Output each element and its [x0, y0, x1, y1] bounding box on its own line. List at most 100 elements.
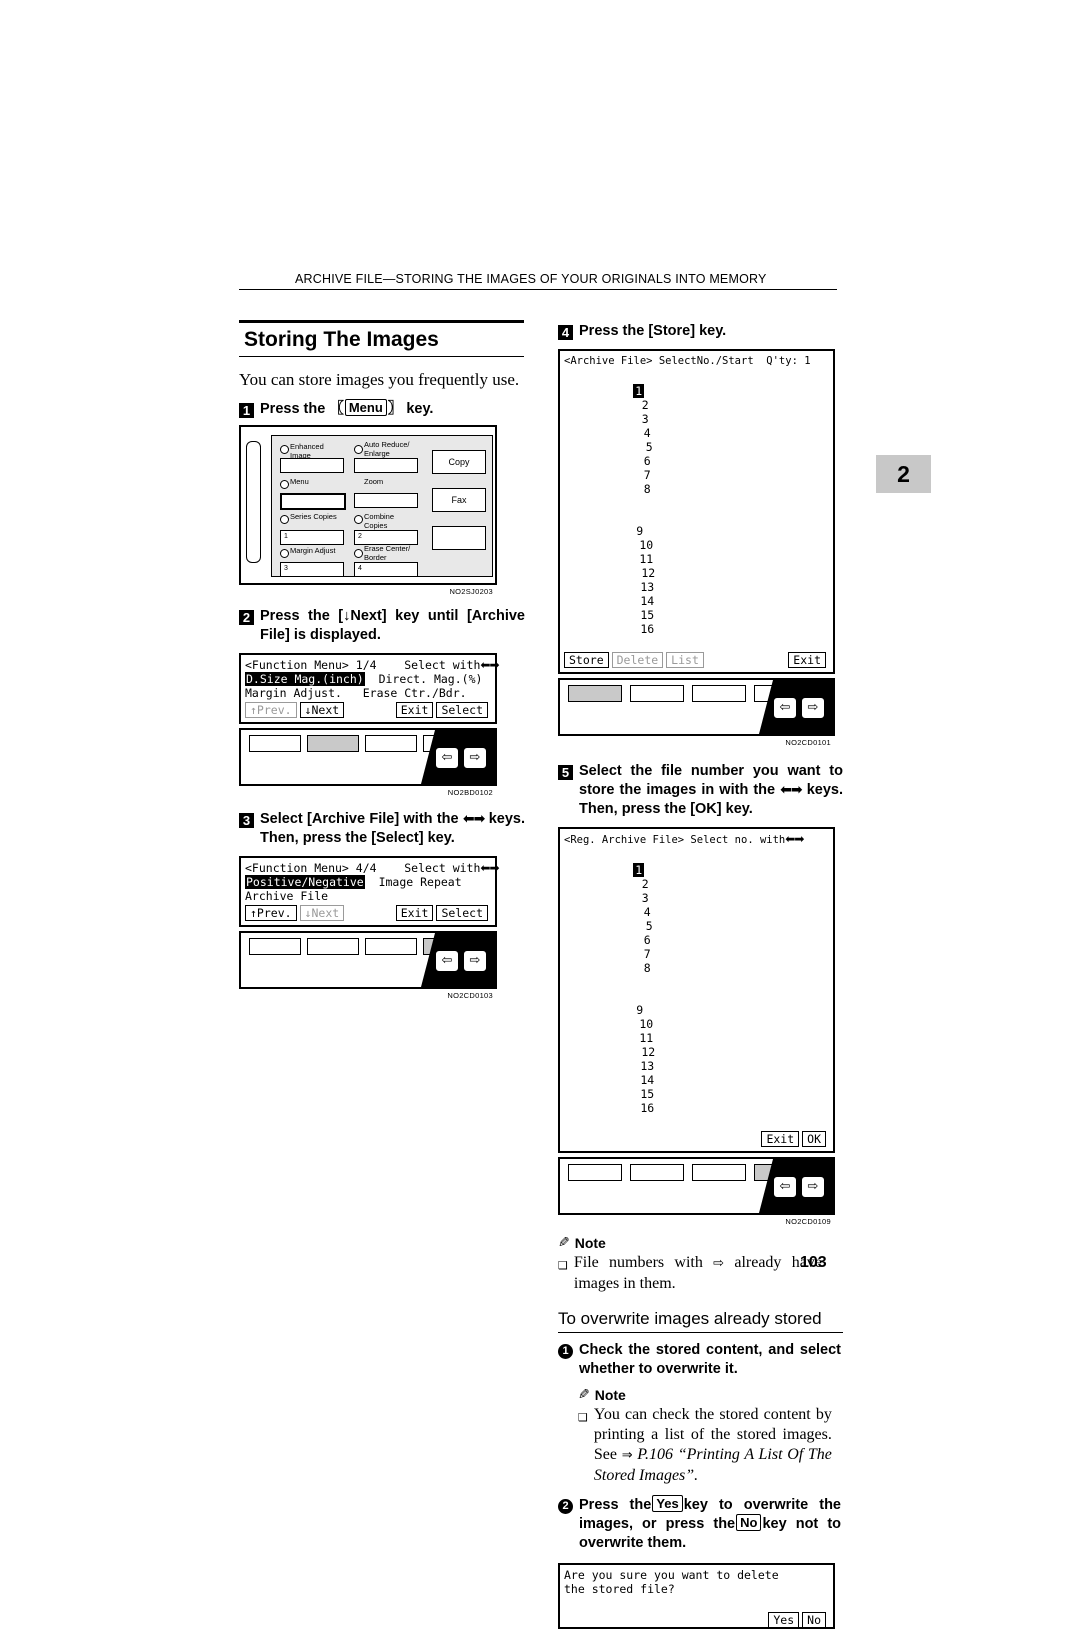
- reg-file-number-3[interactable]: 3: [633, 891, 657, 905]
- lcd-cell-positive-negative[interactable]: Positive/Negative: [245, 875, 365, 889]
- reg-file-number-15[interactable]: 15: [633, 1087, 661, 1101]
- lcd-cell-image-repeat[interactable]: Image Repeat: [379, 875, 462, 889]
- button-margin-adjust-number: 3: [284, 565, 288, 572]
- left-arrow-key-4[interactable]: ⇦: [773, 697, 797, 719]
- button-series-copies[interactable]: 1: [280, 530, 344, 545]
- file-number-1[interactable]: 1: [633, 384, 645, 398]
- lcd-cell-erase-ctr[interactable]: Erase Ctr./Bdr.: [363, 686, 467, 700]
- lcd-cell-dsize[interactable]: D.Size Mag.(inch): [245, 672, 365, 686]
- button-margin-adjust[interactable]: 3: [280, 562, 344, 577]
- document-page: ARCHIVE FILE—STORING THE IMAGES OF YOUR …: [0, 0, 1080, 1629]
- file-number-11[interactable]: 11: [633, 552, 659, 566]
- file-number-12[interactable]: 12: [633, 566, 663, 580]
- button-fax[interactable]: Fax: [432, 488, 486, 512]
- softkey-2-1[interactable]: [249, 735, 301, 752]
- file-number-3[interactable]: 3: [633, 412, 657, 426]
- reg-file-number-13[interactable]: 13: [633, 1059, 661, 1073]
- lcd-button-ok[interactable]: OK: [802, 1131, 826, 1147]
- step-5-number: 5: [558, 765, 573, 780]
- reg-file-number-7[interactable]: 7: [633, 947, 661, 961]
- file-number-2[interactable]: 2: [633, 398, 657, 412]
- step-1: 1 Press the 〖 Menu 〗 key.: [239, 399, 529, 419]
- lcd-button-select-1[interactable]: Select: [436, 702, 488, 718]
- panel-inner: Enhanced Image Auto Reduce/ Enlarge Copy…: [271, 435, 493, 577]
- button-blank[interactable]: [432, 526, 486, 550]
- reg-file-number-12[interactable]: 12: [633, 1045, 663, 1059]
- softkey-5-3[interactable]: [692, 1164, 746, 1181]
- lcd-button-delete[interactable]: Delete: [611, 652, 664, 668]
- file-number-13[interactable]: 13: [633, 580, 661, 594]
- right-arrow-key-2[interactable]: ⇨: [463, 747, 487, 769]
- figure-code-1: NO2SJ0203: [449, 587, 493, 596]
- reg-file-number-8[interactable]: 8: [633, 961, 661, 975]
- softkey-2-3[interactable]: [365, 735, 417, 752]
- reg-file-number-1[interactable]: 1: [633, 863, 645, 877]
- softkey-3-1[interactable]: [249, 938, 301, 955]
- reg-file-number-14[interactable]: 14: [633, 1073, 661, 1087]
- lcd-button-select-2[interactable]: Select: [436, 905, 488, 921]
- reg-file-number-9[interactable]: 9: [633, 1003, 646, 1017]
- panel-left-strip: [246, 441, 261, 563]
- softkey-5-1[interactable]: [568, 1164, 622, 1181]
- left-arrow-key-5[interactable]: ⇦: [773, 1176, 797, 1198]
- label-menu: Menu: [290, 477, 309, 486]
- right-arrow-key-5[interactable]: ⇨: [801, 1176, 825, 1198]
- reg-file-number-4[interactable]: 4: [633, 905, 661, 919]
- softkey-5-2[interactable]: [630, 1164, 684, 1181]
- lcd-button-list[interactable]: List: [666, 652, 704, 668]
- lcd-cell-archive-file[interactable]: Archive File: [245, 889, 328, 903]
- button-erase-center-border[interactable]: 4: [354, 562, 418, 577]
- label-margin-adjust: Margin Adjust: [290, 546, 336, 555]
- left-arrow-key-3[interactable]: ⇦: [435, 950, 459, 972]
- lcd-button-exit-2[interactable]: Exit: [395, 905, 434, 921]
- file-number-7[interactable]: 7: [633, 468, 661, 482]
- step-5-text-a: Select the file number you want to store…: [579, 763, 843, 798]
- lcd-cell-margin-adjust[interactable]: Margin Adjust.: [245, 686, 342, 700]
- file-number-16[interactable]: 16: [633, 622, 661, 636]
- softkey-4-1[interactable]: [568, 685, 622, 702]
- reg-file-number-5[interactable]: 5: [633, 919, 665, 933]
- confirm-yes-button[interactable]: Yes: [768, 1612, 800, 1628]
- reg-file-number-2[interactable]: 2: [633, 877, 657, 891]
- button-auto-reduce[interactable]: [354, 458, 418, 473]
- lcd-button-exit-1[interactable]: Exit: [395, 702, 434, 718]
- button-menu[interactable]: [280, 493, 346, 510]
- right-arrow-key-4[interactable]: ⇨: [801, 697, 825, 719]
- reg-file-number-10[interactable]: 10: [633, 1017, 659, 1031]
- button-zoom[interactable]: [354, 493, 418, 508]
- substep-1-text: Check the stored content, and select whe…: [579, 1342, 841, 1377]
- file-number-8[interactable]: 8: [633, 482, 661, 496]
- left-arrow-key-2[interactable]: ⇦: [435, 747, 459, 769]
- reg-file-number-6[interactable]: 6: [633, 933, 661, 947]
- lcd-button-exit-4[interactable]: Exit: [761, 1131, 800, 1147]
- button-copy[interactable]: Copy: [432, 450, 486, 474]
- lcd-cell-direct-mag[interactable]: Direct. Mag.(%): [379, 672, 483, 686]
- file-number-15[interactable]: 15: [633, 608, 661, 622]
- step-5: 5 Select the file number you want to sto…: [558, 762, 843, 819]
- right-arrow-key-3[interactable]: ⇨: [463, 950, 487, 972]
- file-number-5[interactable]: 5: [633, 440, 665, 454]
- softkey-2-2[interactable]: [307, 735, 359, 752]
- lcd-button-prev-1[interactable]: ↑Prev.: [245, 702, 297, 718]
- reg-file-number-11[interactable]: 11: [633, 1031, 659, 1045]
- softkey-4-2[interactable]: [630, 685, 684, 702]
- file-number-14[interactable]: 14: [633, 594, 661, 608]
- softkey-4-3[interactable]: [692, 685, 746, 702]
- lcd-button-prev-2[interactable]: ↑Prev.: [245, 905, 297, 921]
- file-number-10[interactable]: 10: [633, 538, 659, 552]
- softkey-3-2[interactable]: [307, 938, 359, 955]
- file-number-4[interactable]: 4: [633, 426, 661, 440]
- button-enhanced-image[interactable]: [280, 458, 344, 473]
- lcd-button-next-1[interactable]: ↓Next: [299, 702, 345, 718]
- confirm-no-button[interactable]: No: [802, 1612, 826, 1628]
- lcd-button-exit-3[interactable]: Exit: [788, 652, 826, 668]
- note-2-text: You can check the stored content by prin…: [594, 1405, 832, 1486]
- button-combine-copies[interactable]: 2: [354, 530, 418, 545]
- reg-file-number-16[interactable]: 16: [633, 1101, 661, 1115]
- softkey-3-3[interactable]: [365, 938, 417, 955]
- lcd-title-2-text: <Function Menu> 4/4 Select with: [245, 861, 481, 875]
- lcd-button-store[interactable]: Store: [564, 652, 609, 668]
- file-number-9[interactable]: 9: [633, 524, 646, 538]
- file-number-6[interactable]: 6: [633, 454, 661, 468]
- lcd-button-next-2[interactable]: ↓Next: [299, 905, 345, 921]
